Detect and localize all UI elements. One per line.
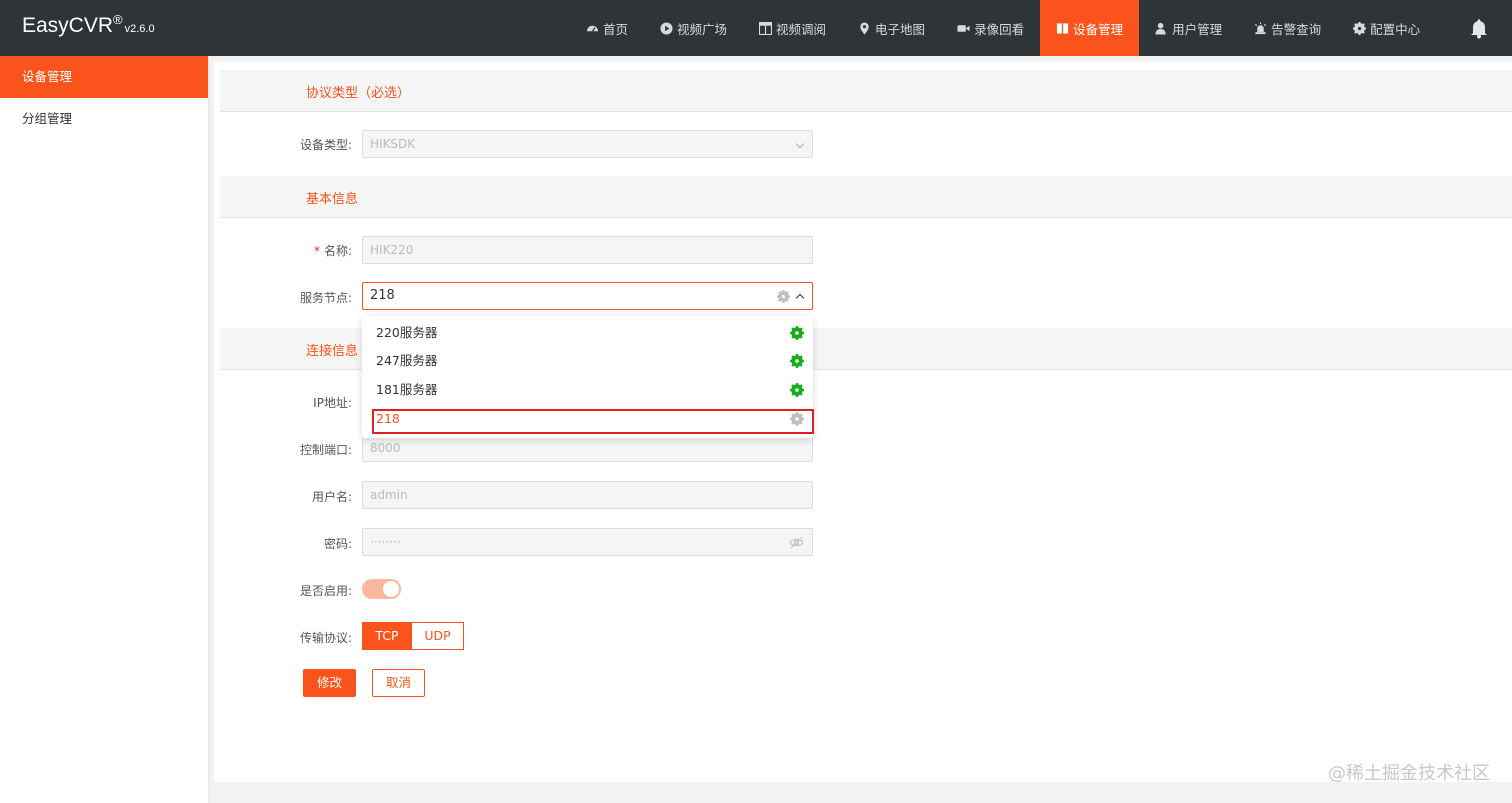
section-basic-info: 基本信息 [220, 176, 1512, 218]
password-value: ········ [370, 535, 401, 549]
nav-user-management[interactable]: 用户管理 [1139, 0, 1238, 56]
nav-user-management-label: 用户管理 [1172, 21, 1223, 37]
nav-device-management[interactable]: 设备管理 [1040, 0, 1140, 56]
book-icon [1057, 22, 1069, 34]
user-icon [1155, 22, 1166, 35]
section-title: 基本信息 [306, 192, 359, 207]
section-title: 协议类型（必选） [306, 86, 411, 101]
gear-icon [777, 290, 790, 303]
enabled-toggle[interactable] [362, 579, 401, 599]
section-title: 连接信息 [306, 344, 359, 359]
watermark: @稀土掘金技术社区 [1328, 763, 1490, 784]
service-node-value: 218 [370, 288, 395, 303]
nav-home[interactable]: 首页 [570, 0, 644, 56]
sidebar-item-label: 分组管理 [22, 111, 73, 126]
sidebar-item-label: 设备管理 [22, 69, 73, 84]
main-nav: 首页 视频广场 视频调阅 电子地图 录像回看 设备管理 用户管理 告警查询 配置… [570, 0, 1436, 56]
section-protocol-type: 协议类型（必选） [220, 70, 1512, 112]
selected-option-highlight-box [372, 409, 814, 434]
username-label: 用户名: [311, 490, 352, 504]
nav-video-review[interactable]: 视频调阅 [743, 0, 842, 56]
chevron-up-icon [795, 293, 805, 303]
nav-config-center[interactable]: 配置中心 [1337, 0, 1436, 56]
nav-e-map[interactable]: 电子地图 [842, 0, 941, 56]
name-value: HIK220 [370, 243, 414, 257]
nav-video-square[interactable]: 视频广场 [644, 0, 743, 56]
nav-alarm-query[interactable]: 告警查询 [1238, 0, 1337, 56]
required-mark: * [313, 244, 320, 258]
dropdown-option-247[interactable]: 247服务器 [362, 347, 813, 375]
online-gear-icon [790, 326, 804, 340]
app-logo[interactable]: EasyCVR®v2.6.0 [22, 12, 155, 38]
device-type-value: HIKSDK [370, 137, 416, 151]
nav-playback[interactable]: 录像回看 [941, 0, 1040, 56]
option-label: 247服务器 [376, 353, 438, 368]
ip-address-label: IP地址: [313, 396, 352, 410]
online-gear-icon [790, 354, 804, 368]
service-node-dropdown: 220服务器 247服务器 181服务器 218 [362, 316, 814, 438]
app-version: v2.6.0 [124, 23, 155, 35]
enabled-label: 是否启用: [299, 584, 352, 598]
dropdown-option-181[interactable]: 181服务器 [362, 376, 813, 404]
logo-registered-mark: ® [113, 12, 123, 27]
service-node-select[interactable]: 218 [362, 282, 813, 310]
nav-video-review-label: 视频调阅 [776, 21, 827, 37]
nav-device-management-label: 设备管理 [1073, 21, 1124, 37]
nav-e-map-label: 电子地图 [875, 21, 926, 37]
cancel-button[interactable]: 取消 [372, 669, 425, 697]
video-camera-icon [957, 24, 970, 32]
username-input[interactable]: admin [362, 481, 813, 509]
eye-hidden-icon[interactable] [789, 536, 804, 549]
logo-text: EasyCVR [22, 14, 114, 37]
transport-tcp-button[interactable]: TCP [362, 622, 412, 650]
control-port-input[interactable]: 8000 [362, 434, 813, 462]
nav-playback-label: 录像回看 [974, 21, 1025, 37]
name-label: * 名称: [214, 242, 352, 259]
top-navbar: EasyCVR®v2.6.0 首页 视频广场 视频调阅 电子地图 录像回看 设备… [0, 0, 1512, 56]
transport-protocol-label: 传输协议: [299, 631, 352, 645]
service-node-label: 服务节点: [299, 291, 352, 305]
control-port-label: 控制端口: [299, 443, 352, 457]
option-label: 181服务器 [376, 382, 438, 397]
username-value: admin [370, 488, 408, 502]
chevron-down-icon [795, 139, 805, 149]
nav-alarm-query-label: 告警查询 [1271, 21, 1322, 37]
sidebar-item-group-management[interactable]: 分组管理 [0, 98, 208, 140]
device-type-label: 设备类型: [299, 138, 352, 152]
device-type-select[interactable]: HIKSDK [362, 130, 813, 158]
password-label: 密码: [323, 537, 352, 551]
play-circle-icon [660, 21, 673, 35]
submit-button[interactable]: 修改 [303, 669, 356, 697]
alarm-icon [1255, 21, 1267, 34]
nav-config-center-label: 配置中心 [1370, 21, 1421, 37]
sidebar-item-device-management[interactable]: 设备管理 [0, 56, 208, 98]
grid-icon [759, 21, 773, 35]
dashboard-icon [586, 25, 599, 32]
online-gear-icon [790, 383, 804, 397]
option-label: 220服务器 [376, 325, 438, 340]
control-port-value: 8000 [370, 441, 401, 455]
password-input[interactable]: ········ [362, 528, 813, 556]
toggle-knob [383, 581, 399, 597]
transport-udp-button[interactable]: UDP [411, 622, 464, 650]
dropdown-option-220[interactable]: 220服务器 [362, 319, 813, 347]
map-pin-icon [860, 21, 869, 35]
gear-icon [1353, 21, 1367, 35]
nav-video-square-label: 视频广场 [677, 21, 728, 37]
name-label-text: 名称: [323, 244, 352, 258]
sidebar: 设备管理 分组管理 [0, 56, 209, 803]
bell-icon[interactable] [1468, 17, 1490, 39]
name-input[interactable]: HIK220 [362, 236, 813, 264]
nav-home-label: 首页 [603, 21, 629, 37]
